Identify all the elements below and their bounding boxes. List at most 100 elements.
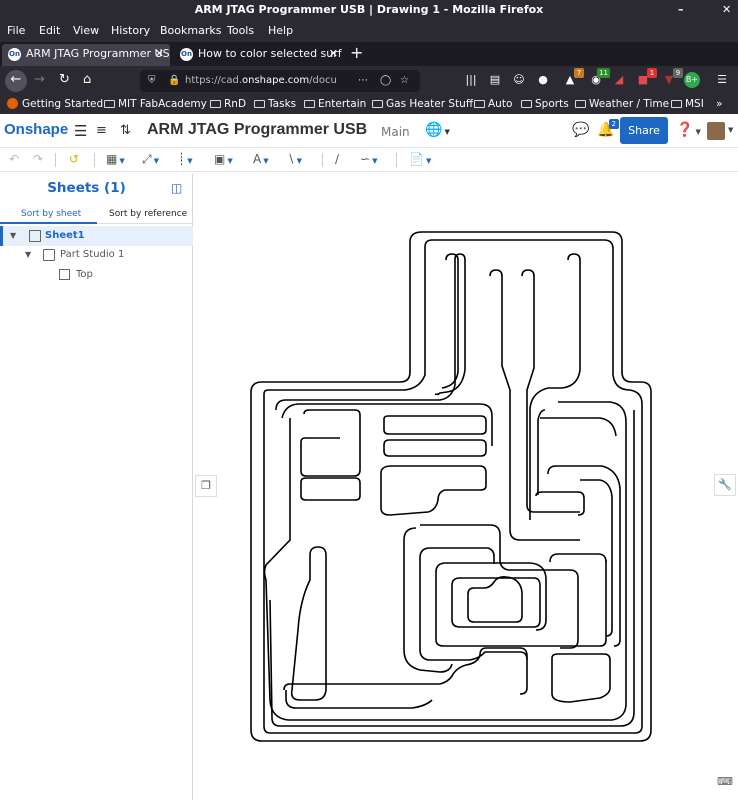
branch-label[interactable]: Main	[381, 125, 410, 139]
tab-label: ARM JTAG Programmer US	[26, 47, 170, 60]
tree-item-sheet1[interactable]: ▼ Sheet1	[0, 226, 193, 246]
menu-edit[interactable]: Edit	[39, 24, 60, 37]
onshape-logo[interactable]: Onshape	[4, 121, 68, 138]
bookmark-getting-started[interactable]: Getting Started	[7, 98, 103, 110]
tab-sort-by-sheet[interactable]: Sort by sheet	[21, 209, 81, 219]
extension-panda-icon[interactable]: ●	[535, 72, 551, 88]
document-title[interactable]: ARM JTAG Programmer USB	[147, 121, 367, 139]
help-icon[interactable]: ❓ ▼	[676, 122, 701, 138]
menu-file[interactable]: File	[7, 24, 25, 37]
trace-blob	[285, 690, 433, 709]
export-dxf-icon[interactable]: 📄 ▼	[409, 152, 431, 166]
new-tab-icon[interactable]: +	[350, 42, 363, 64]
bookmarks-overflow-icon[interactable]: »	[716, 98, 722, 110]
reload-icon[interactable]: ↻	[59, 72, 70, 87]
bookmark-tasks[interactable]: Tasks	[254, 98, 296, 110]
trace-blob	[419, 547, 495, 564]
chevron-down-icon[interactable]: ▼	[25, 245, 31, 265]
trace-blob	[383, 439, 487, 457]
menu-help[interactable]: Help	[268, 24, 293, 37]
bookmark-gas-heater[interactable]: Gas Heater Stuff	[372, 98, 473, 110]
toolbar-separator	[396, 153, 397, 167]
hamburger-icon[interactable]: ☰	[74, 122, 87, 140]
url-bar[interactable]: ⛨ 🔒 https://cad.onshape.com/docu ⋯ ◯ ☆	[140, 70, 420, 92]
chevron-down-icon[interactable]: ▼	[10, 226, 16, 246]
close-window-icon[interactable]: ✕	[722, 0, 731, 20]
sheet-icon	[29, 230, 41, 242]
annotation-icon[interactable]: ▣ ▼	[214, 152, 233, 166]
feature-list-icon[interactable]: ≡	[96, 123, 107, 138]
text-icon[interactable]: A ▼	[253, 152, 269, 166]
account-icon[interactable]: ☺	[511, 72, 527, 88]
menu-tools[interactable]: Tools	[227, 24, 254, 37]
shield-icon: ⛨	[148, 75, 156, 86]
bookmark-rnd[interactable]: RnD	[210, 98, 246, 110]
toolbar-separator	[94, 153, 95, 167]
forward-arrow-icon[interactable]: →	[34, 72, 45, 87]
folder-icon	[304, 100, 315, 108]
tree-label: Part Studio 1	[60, 249, 125, 260]
hamburger-menu-icon[interactable]: ☰	[714, 72, 730, 88]
menu-view[interactable]: View	[73, 24, 99, 37]
trace-blob	[403, 527, 453, 673]
variable-icon[interactable]: ⇅	[120, 123, 131, 138]
sidebar-icon[interactable]: ▤	[487, 72, 503, 88]
extension-alert-icon[interactable]: ■ 1	[635, 68, 657, 88]
menu-bookmarks[interactable]: Bookmarks	[160, 24, 221, 37]
line-icon[interactable]: ∕	[335, 152, 339, 166]
extension-reader-icon[interactable]: ▲ 7	[562, 68, 584, 88]
bookmark-msi[interactable]: MSI	[671, 98, 704, 110]
trace-blob	[540, 417, 617, 437]
undo-icon[interactable]: ↶	[9, 152, 19, 166]
centerline-icon[interactable]: ┊ ▼	[178, 152, 193, 166]
view-icon	[59, 269, 70, 280]
tab-bar: On ARM JTAG Programmer US ✕ On How to co…	[0, 42, 738, 66]
page-actions-icon[interactable]: ⋯	[358, 70, 368, 92]
regenerate-icon[interactable]: ↺	[69, 152, 79, 166]
trace-blob	[451, 577, 541, 628]
pocket-icon[interactable]: ◯	[380, 70, 391, 92]
bookmark-weather[interactable]: Weather / Time	[575, 98, 669, 110]
bookmark-auto[interactable]: Auto	[474, 98, 512, 110]
tab-sort-by-reference[interactable]: Sort by reference	[109, 209, 187, 219]
avatar[interactable]	[707, 122, 725, 140]
home-icon[interactable]: ⌂	[83, 72, 91, 87]
tab-arm-jtag[interactable]: On ARM JTAG Programmer US ✕	[2, 44, 170, 66]
trace-blob	[549, 553, 607, 563]
trace-blob	[300, 409, 361, 477]
folder-icon	[575, 100, 586, 108]
add-sheet-icon[interactable]: ◫	[171, 181, 182, 195]
folder-icon	[254, 100, 265, 108]
drawing-canvas[interactable]	[194, 174, 738, 800]
menu-history[interactable]: History	[111, 24, 150, 37]
extension-bplus-icon[interactable]: B+	[684, 72, 700, 88]
avatar-caret-icon[interactable]: ▼	[728, 126, 733, 134]
bookmark-sports[interactable]: Sports	[521, 98, 569, 110]
callout-icon[interactable]: ∖ ▼	[287, 152, 302, 166]
dimension-icon[interactable]: ⤢ ▼	[142, 152, 159, 167]
tree-item-part-studio[interactable]: ▼ Part Studio 1	[0, 245, 193, 265]
minimize-icon[interactable]: –	[678, 0, 684, 20]
pcb-trace-drawing	[250, 231, 652, 742]
extension-pocket-icon[interactable]: ◢	[611, 72, 627, 88]
toolbar-separator	[55, 153, 56, 167]
close-tab-icon[interactable]: ✕	[329, 44, 338, 64]
trace-blob	[547, 465, 621, 647]
share-button[interactable]: Share	[620, 117, 668, 144]
tree-item-top[interactable]: Top	[0, 265, 193, 285]
redo-icon[interactable]: ↷	[33, 152, 43, 166]
bookmark-entertain[interactable]: Entertain	[304, 98, 366, 110]
globe-icon[interactable]: 🌐 ▼	[425, 122, 450, 138]
library-icon[interactable]: |||	[463, 72, 479, 88]
spline-icon[interactable]: ∽ ▼	[360, 152, 377, 166]
ublock-icon[interactable]: ▼ 9	[661, 68, 683, 88]
comment-icon[interactable]: 💬	[572, 122, 589, 138]
back-arrow-icon[interactable]: ←	[5, 70, 27, 92]
bookmark-star-icon[interactable]: ☆	[400, 70, 409, 92]
close-tab-icon[interactable]: ✕	[155, 44, 164, 64]
bookmark-mit-fabacademy[interactable]: MIT FabAcademy	[104, 98, 207, 110]
insert-view-icon[interactable]: ▦ ▼	[106, 152, 125, 166]
tab-how-to-color[interactable]: On How to color selected surf ✕	[174, 44, 344, 66]
extension-shield-icon[interactable]: ◉ 11	[588, 68, 610, 88]
bell-icon[interactable]: 🔔 2	[597, 119, 620, 138]
